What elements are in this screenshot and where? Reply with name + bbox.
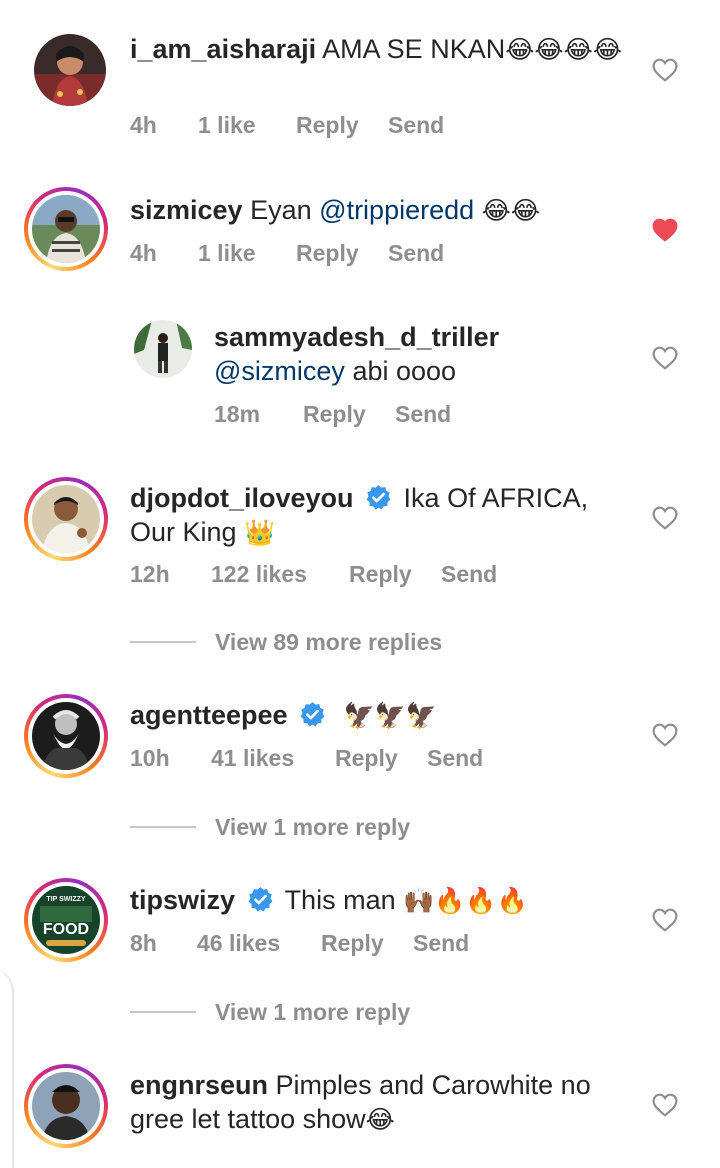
send-button[interactable]: Send [413,930,469,957]
avatar-image [32,702,100,770]
comment-username[interactable]: sizmicey [130,195,243,225]
comment-username[interactable]: i_am_aisharaji [130,34,316,64]
comment-text: Eyan [250,195,312,225]
send-button[interactable]: Send [427,745,483,772]
reply-button[interactable]: Reply [296,240,388,267]
comment-username[interactable]: engnrseun [130,1070,268,1100]
send-button[interactable]: Send [441,561,497,588]
comment-time: 12h [130,561,170,587]
view-more-replies[interactable]: View 1 more reply [130,995,530,1029]
heart-outline-icon[interactable] [652,346,678,370]
comment-time: 8h [130,930,157,956]
comment-meta: 4h 1 like Reply Send [130,240,444,267]
comment-body: tipswizy This man 🙌🏾🔥🔥🔥 [130,883,630,918]
comment-emoji: 😂😂😂😂 [505,35,623,64]
divider [130,826,196,828]
verified-badge-icon [248,887,272,912]
reply-button[interactable]: Reply [296,112,388,139]
comment-username[interactable]: agentteepee [130,700,288,730]
comment-time: 10h [130,745,170,771]
reply-button[interactable]: Reply [349,561,441,588]
comment-emoji: 🙌🏾🔥🔥🔥 [403,886,528,915]
comment-text: This man [284,885,396,915]
view-more-label[interactable]: View 89 more replies [215,625,442,659]
send-button[interactable]: Send [395,401,451,428]
comment-body: agentteepee 🦅🦅🦅 [130,698,630,733]
send-button[interactable]: Send [388,240,444,267]
avatar[interactable] [134,320,192,378]
comment-emoji: 👑 [244,518,276,547]
avatar[interactable] [24,477,108,561]
avatar-image [34,34,106,106]
heart-filled-icon[interactable] [652,218,678,242]
comment-likes[interactable]: 41 likes [211,745,335,772]
comment-username[interactable]: sammyadesh_d_triller [214,320,634,354]
comment-text: abi oooo [352,356,457,386]
comment-body: sizmicey Eyan @trippieredd 😂😂 [130,193,650,228]
sheet-edge [0,968,14,1168]
comment-body: djopdot_iloveyou Ika Of AFRICA, Our King… [130,481,630,550]
comment-mention[interactable]: @trippieredd [319,195,474,225]
avatar-image [32,485,100,553]
comment-time: 4h [130,240,157,266]
reply-button[interactable]: Reply [321,930,413,957]
comment-meta: 4h 1 like Reply Send [130,112,444,139]
comment-mention[interactable]: @sizmicey [214,356,345,386]
comment-likes[interactable]: 1 like [198,240,296,267]
comment-username[interactable]: tipswizy [130,885,235,915]
avatar-image [32,195,100,263]
comment-meta: 18m Reply Send [214,401,451,428]
verified-badge-icon [300,702,325,727]
avatar-image [32,1072,100,1140]
avatar[interactable] [24,694,108,778]
reply-button[interactable]: Reply [335,745,427,772]
comment-body: engnrseun Pimples and Carowhite no gree … [130,1068,630,1137]
view-more-label[interactable]: View 1 more reply [215,810,410,844]
view-more-label[interactable]: View 1 more reply [215,995,410,1029]
comment-likes[interactable]: 46 likes [197,930,321,957]
avatar[interactable] [34,34,106,106]
comment-meta: 10h 41 likes Reply Send [130,745,483,772]
avatar[interactable]: TIP SWIZZY FOOD [24,878,108,962]
view-more-replies[interactable]: View 1 more reply [130,810,530,844]
send-button[interactable]: Send [388,112,444,139]
comment-text: AMA SE NKAN [322,34,506,64]
heart-outline-icon[interactable] [652,1093,678,1117]
heart-outline-icon[interactable] [652,723,678,747]
comment-meta: 8h 46 likes Reply Send [130,930,469,957]
avatar[interactable] [24,1064,108,1148]
comment-time: 18m [214,401,261,427]
avatar-brand-main: FOOD [43,921,89,938]
comment-emoji: 😂 [365,1105,395,1134]
comment-username[interactable]: djopdot_iloveyou [130,483,354,513]
comment-likes[interactable]: 122 likes [211,561,349,588]
comment-meta: 12h 122 likes Reply Send [130,561,497,588]
verified-badge-icon [366,485,391,510]
heart-outline-icon[interactable] [652,58,678,82]
avatar-brand-top: TIP SWIZZY [46,896,85,903]
comment-time: 4h [130,112,157,138]
divider [130,1011,196,1013]
view-more-replies[interactable]: View 89 more replies [130,625,530,659]
comment-likes[interactable]: 1 like [198,112,296,139]
avatar-image: TIP SWIZZY FOOD [32,886,100,954]
comment-emoji: 😂😂 [481,196,541,225]
reply-button[interactable]: Reply [303,401,395,428]
heart-outline-icon[interactable] [652,506,678,530]
heart-outline-icon[interactable] [652,908,678,932]
comment-emoji: 🦅🦅🦅 [343,701,437,730]
comment-body: sammyadesh_d_triller @sizmicey abi oooo [214,320,634,388]
divider [130,641,196,643]
avatar[interactable] [24,187,108,271]
comment-body: i_am_aisharaji AMA SE NKAN😂😂😂😂 [130,32,650,67]
avatar-image [134,320,192,378]
